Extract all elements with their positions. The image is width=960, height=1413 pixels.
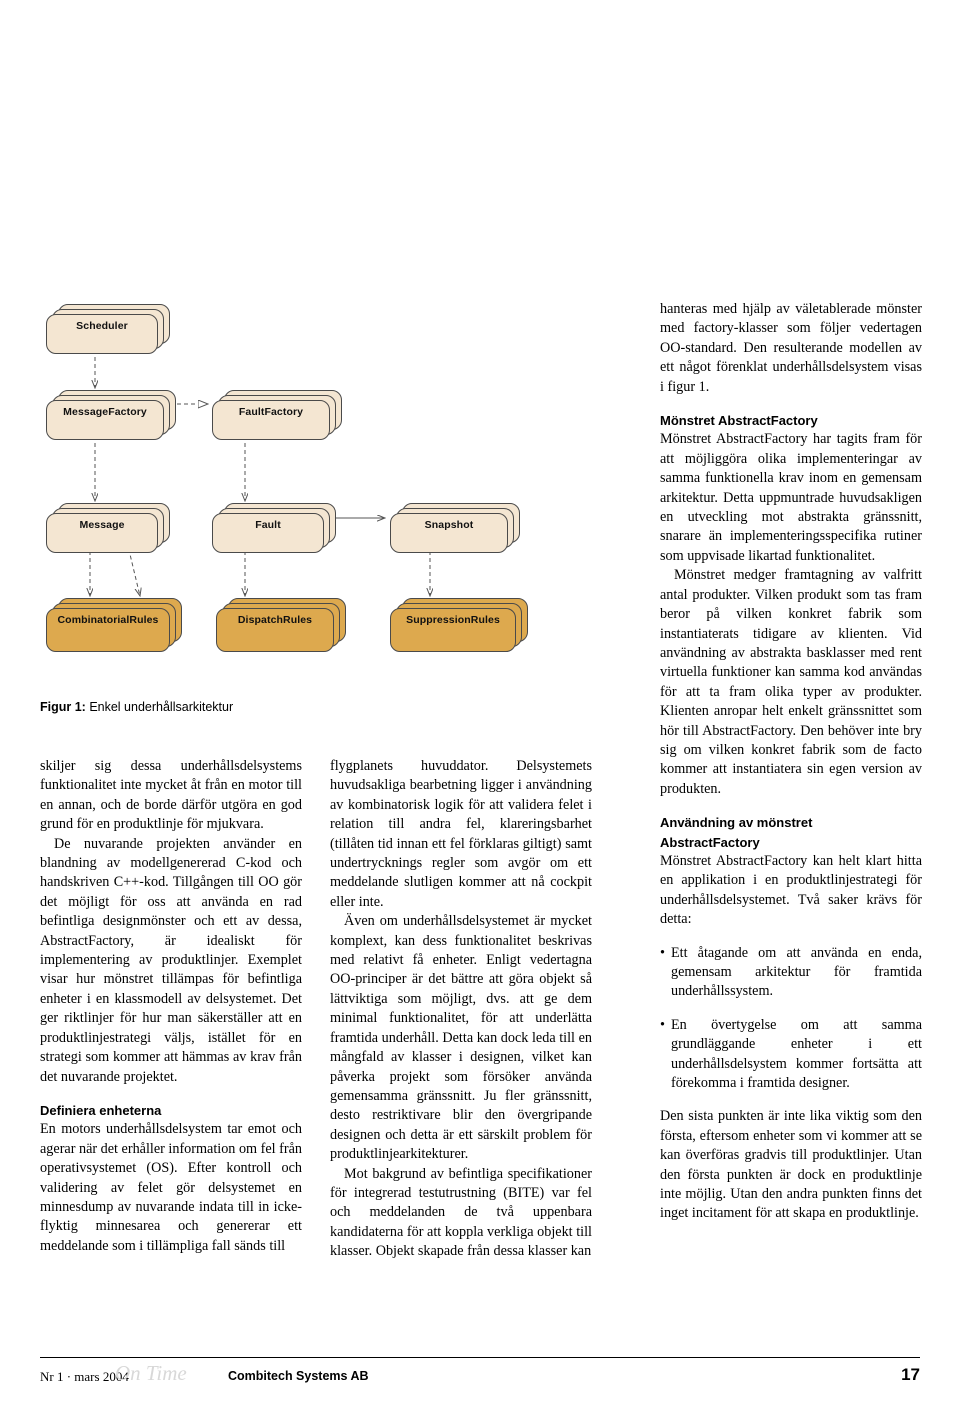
list-item: • Ett åtagande om att använda en enda, g…	[660, 944, 922, 1002]
diagram-node-faultfactory[interactable]: FaultFactory	[212, 400, 330, 440]
node-label: Message	[79, 519, 125, 531]
body-column-2: flygplanets huvuddator. Delsystemets huv…	[330, 757, 592, 1262]
node-label: Fault	[255, 519, 281, 531]
paragraph: En motors underhållsdelsystem tar emot o…	[40, 1121, 302, 1254]
heading-monstret-abstractfactory: Mönstret AbstractFactory	[660, 413, 818, 429]
figure-caption-text: Enkel underhållsarkitektur	[85, 700, 234, 714]
footer-page-number: 17	[901, 1365, 920, 1384]
paragraph: Mönstret medger framtagning av valfritt …	[660, 567, 922, 797]
node-label: CombinatorialRules	[57, 614, 159, 626]
figure-caption: Figur 1: Enkel underhållsarkitektur	[40, 700, 233, 714]
diagram-node-messagefactory[interactable]: MessageFactory	[46, 400, 164, 440]
figure-caption-label: Figur 1:	[40, 700, 86, 714]
footer-divider	[40, 1357, 920, 1358]
architecture-diagram: Scheduler MessageFactory FaultFactory Me…	[40, 296, 540, 676]
diagram-node-scheduler[interactable]: Scheduler	[46, 314, 158, 354]
body-column-3: hanteras med hjälp av väletablerade möns…	[660, 300, 922, 1224]
body-column-1: skiljer sig dessa underhållsdelsystems f…	[40, 757, 302, 1256]
page-footer: Nr 1 · mars 2004 On Time Combitech Syste…	[0, 1357, 960, 1413]
diagram-node-suppressionrules[interactable]: SuppressionRules	[390, 608, 516, 652]
paragraph: De nuvarande projekten använder en bland…	[40, 835, 302, 1085]
paragraph: hanteras med hjälp av väletablerade möns…	[660, 301, 922, 395]
list-item: • En övertygelse om att samma grundlägga…	[660, 1016, 922, 1094]
diagram-node-snapshot[interactable]: Snapshot	[390, 513, 508, 553]
paragraph: skiljer sig dessa underhållsdelsystems f…	[40, 758, 302, 833]
heading-definiera-enheterna: Definiera enheterna	[40, 1102, 162, 1118]
paragraph: Mot bakgrund av befintliga specifikation…	[330, 1165, 592, 1260]
list-item-text: Ett åtagande om att använda en enda, gem…	[670, 944, 922, 1000]
node-label: FaultFactory	[238, 406, 304, 418]
footer-logo: On Time	[115, 1361, 187, 1385]
node-label: MessageFactory	[63, 406, 147, 418]
node-label: SuppressionRules	[406, 614, 500, 626]
node-label: Scheduler	[76, 320, 128, 332]
diagram-node-message[interactable]: Message	[46, 513, 158, 553]
diagram-node-combinatorialrules[interactable]: CombinatorialRules	[46, 608, 170, 652]
paragraph: flygplanets huvuddator. Delsystemets huv…	[330, 758, 592, 910]
diagram-node-dispatchrules[interactable]: DispatchRules	[216, 608, 334, 652]
footer-company: Combitech Systems AB	[228, 1369, 369, 1383]
heading-anvandning-av-monstret: Användning av mönstret	[660, 815, 813, 831]
node-label: DispatchRules	[237, 614, 313, 626]
paragraph: Den sista punkten är inte lika viktig so…	[660, 1108, 922, 1222]
paragraph: Mönstret AbstractFactory kan helt klart …	[660, 852, 922, 928]
page: Scheduler MessageFactory FaultFactory Me…	[0, 0, 960, 1413]
node-label: Snapshot	[424, 519, 474, 531]
diagram-node-fault[interactable]: Fault	[212, 513, 324, 553]
paragraph: Även om underhållsdelsystemet är mycket …	[330, 913, 592, 1163]
bullet-icon: •	[660, 944, 665, 961]
bullet-icon: •	[660, 1016, 665, 1033]
heading-abstractfactory: AbstractFactory	[660, 834, 760, 850]
list-item-text: En övertygelse om att samma grundläggand…	[670, 1016, 922, 1092]
paragraph: Mönstret AbstractFactory har tagits fram…	[660, 431, 922, 564]
